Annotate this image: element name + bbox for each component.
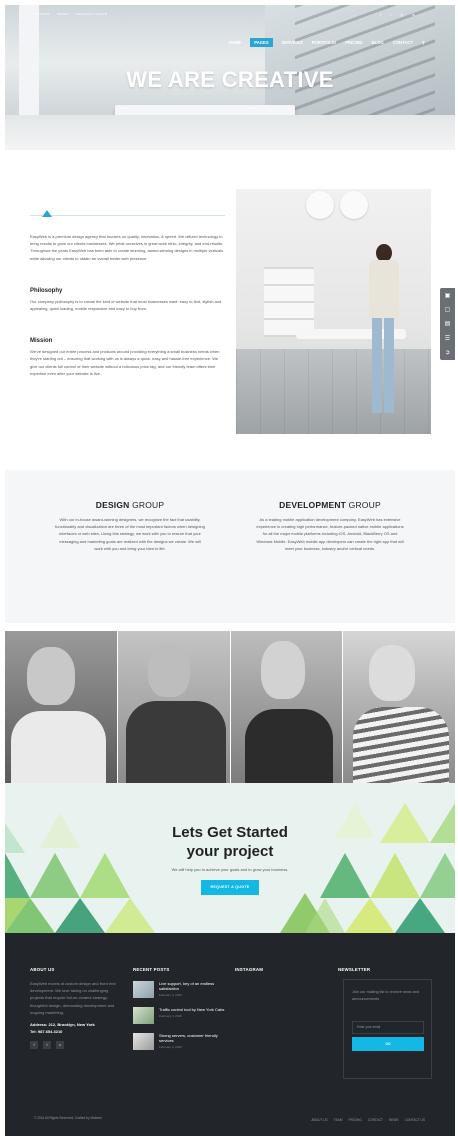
footer-instagram: INSTAGRAM: [235, 967, 263, 972]
section-divider: [30, 205, 225, 225]
design-title-bold: DESIGN: [95, 500, 130, 510]
nav-item-pricing[interactable]: PRICING: [345, 40, 362, 45]
recent-post[interactable]: Strong servers, customer friendly servic…: [133, 1033, 225, 1050]
arrow-circle-icon[interactable]: ➲: [445, 349, 450, 356]
clipboard-icon[interactable]: ▤: [445, 320, 451, 327]
newsletter-text: Join our mailing list to receive news an…: [352, 990, 420, 1001]
post-thumbnail: [133, 981, 154, 998]
footer-link[interactable]: CONTACT US: [405, 1118, 425, 1122]
post-thumbnail: [133, 1033, 154, 1050]
footer-tel: Tel: 987.654.3210: [30, 1029, 63, 1035]
facebook-icon[interactable]: f: [380, 12, 381, 17]
google-icon[interactable]: g: [401, 12, 403, 17]
team-photo-3: [230, 631, 344, 783]
footer: ABOUT US EasyWeb excels at custom design…: [5, 933, 455, 1136]
development-title-bold: DEVELOPMENT: [279, 500, 347, 510]
footer-link[interactable]: NEWS: [389, 1118, 399, 1122]
post-date: February 4, 2016: [159, 1045, 182, 1050]
topbar-link[interactable]: ORDER: [57, 12, 69, 16]
development-group: DEVELOPMENT GROUP As a leading mobile ap…: [255, 500, 405, 552]
philosophy-heading: Philosophy: [30, 287, 63, 294]
hero-title: WE ARE CREATIVE: [126, 67, 334, 92]
cta-subtitle: We will help you to achieve your goals a…: [171, 867, 289, 872]
design-title-rest: GROUP: [129, 500, 165, 510]
subscribe-button[interactable]: GO: [352, 1037, 424, 1051]
post-title[interactable]: Traffic control tool by New York Cabs: [159, 1007, 224, 1012]
post-date: February 4, 2016: [159, 993, 182, 998]
design-group: DESIGN GROUP With our in-house award-win…: [55, 500, 205, 552]
twitter-icon[interactable]: t: [390, 12, 391, 17]
nav-item-blog[interactable]: BLOG: [372, 40, 384, 45]
cart-icon[interactable]: ▣: [445, 292, 451, 299]
request-quote-button[interactable]: REQUEST A QUOTE: [201, 880, 259, 895]
footer-link[interactable]: PRICING: [349, 1118, 362, 1122]
topbar-social: f t g in: [372, 12, 415, 17]
hero-section: SERVICES ORDER REQUEST A QUOTE f t g in …: [5, 5, 455, 150]
instagram-title: INSTAGRAM: [235, 967, 264, 972]
footer-link[interactable]: ABOUT US: [311, 1118, 327, 1122]
topbar-link[interactable]: REQUEST A QUOTE: [76, 12, 107, 16]
nav-item-home[interactable]: HOME: [229, 40, 242, 45]
footer-about-title: ABOUT US: [30, 967, 55, 972]
email-input[interactable]: Enter your email: [352, 1021, 424, 1034]
search-icon[interactable]: ⚲: [422, 40, 425, 45]
instagram-icon[interactable]: o: [56, 1041, 64, 1050]
team-photos: [5, 631, 455, 783]
about-section: EasyWeb is a premium design agency that …: [30, 205, 225, 377]
footer-about: ABOUT US EasyWeb excels at custom design…: [30, 967, 118, 1050]
topbar-links: SERVICES ORDER REQUEST A QUOTE: [33, 12, 113, 16]
office-photo: [236, 189, 431, 434]
post-title[interactable]: Live support, key of an endless satisfac…: [159, 981, 225, 991]
post-title[interactable]: Strong servers, customer friendly servic…: [159, 1033, 225, 1043]
philosophy-text: Our company philosophy is to create the …: [30, 298, 222, 312]
about-intro: EasyWeb is a premium design agency that …: [30, 234, 224, 261]
cta-title-line1: Lets Get Started: [172, 824, 288, 841]
nav-item-portfolio[interactable]: PORTFOLIO: [312, 40, 336, 45]
monitor-icon[interactable]: ▢: [445, 306, 451, 313]
footer-about-text: EasyWeb excels at custom design and fron…: [30, 981, 116, 1015]
post-thumbnail: [133, 1007, 154, 1024]
recent-post[interactable]: Live support, key of an endless satisfac…: [133, 981, 225, 998]
team-photo-1: [5, 631, 118, 783]
side-toolbar: ▣ ▢ ▤ ☰ ➲: [440, 288, 455, 360]
footer-link[interactable]: CONTACT: [368, 1118, 383, 1122]
groups-section: DESIGN GROUP With our in-house award-win…: [5, 470, 455, 623]
development-text: As a leading mobile application developm…: [256, 517, 404, 551]
cta-title-line2: your project: [186, 843, 274, 860]
triangle-icon: [42, 210, 52, 217]
footer-recent-posts: RECENT POSTS Live support, key of an end…: [133, 967, 225, 1050]
footer-address: Address: 212, Brooklyn, New York: [30, 1022, 95, 1028]
newsletter-box: Join our mailing list to receive news an…: [343, 979, 432, 1079]
nav-item-contact[interactable]: CONTACT: [393, 40, 413, 45]
copyright: © 2016 All Rights Reserved. Crafted by M…: [34, 1116, 102, 1120]
woman-figure: [360, 244, 410, 419]
team-photo-4: [343, 631, 455, 783]
mission-text: We've designed our entire process and pr…: [30, 349, 220, 376]
footer-nav: ABOUT US TEAM PRICING CONTACT NEWS CONTA…: [311, 1118, 425, 1122]
topbar-link[interactable]: SERVICES: [33, 12, 50, 16]
team-photo-2: [117, 631, 231, 783]
main-nav: HOME PAGES SERVICES PORTFOLIO PRICING BL…: [229, 38, 425, 47]
footer-link[interactable]: TEAM: [334, 1118, 343, 1122]
recent-post[interactable]: Traffic control tool by New York Cabs Fe…: [133, 1007, 225, 1024]
design-text: With our in-house award-winning designer…: [55, 517, 205, 551]
newsletter-title: NEWSLETTER: [338, 967, 371, 972]
facebook-icon[interactable]: f: [30, 1041, 38, 1050]
post-date: February 4, 2016: [159, 1014, 182, 1019]
mission-heading: Mission: [30, 338, 53, 345]
nav-item-pages[interactable]: PAGES: [250, 38, 273, 47]
nav-item-services[interactable]: SERVICES: [282, 40, 303, 45]
footer-social: f t o: [30, 1041, 118, 1050]
twitter-icon[interactable]: t: [43, 1041, 51, 1050]
list-icon[interactable]: ☰: [445, 335, 450, 342]
recent-posts-title: RECENT POSTS: [133, 967, 170, 972]
linkedin-icon[interactable]: in: [412, 12, 415, 17]
cta-section: Lets Get Started your project We will hel…: [5, 783, 455, 933]
footer-newsletter: NEWSLETTER: [338, 967, 370, 972]
development-title-rest: GROUP: [346, 500, 381, 510]
